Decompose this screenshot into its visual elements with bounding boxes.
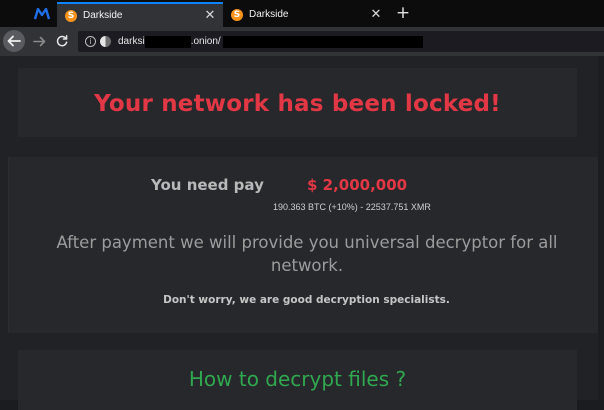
tab-strip: S Darkside ✕ S Darkside ✕ + xyxy=(0,0,604,27)
close-icon[interactable]: ✕ xyxy=(367,7,385,22)
darkside-favicon-icon: S xyxy=(65,9,77,22)
ransom-page: Your network has been locked! You need p… xyxy=(0,56,604,410)
url-prefix: darksi xyxy=(118,36,145,47)
after-payment-text: After payment we will provide you univer… xyxy=(56,233,558,275)
new-tab-icon[interactable]: + xyxy=(392,2,414,24)
reassurance-text: Don't worry, we are good decryption spec… xyxy=(163,294,450,306)
url-bar[interactable]: i darksi .onion/ xyxy=(78,31,604,52)
url-suffix: .onion/ xyxy=(190,36,221,47)
ransom-amount: $ 2,000,000 xyxy=(307,176,408,194)
onion-icon[interactable] xyxy=(100,36,111,47)
darkside-favicon-icon: S xyxy=(231,8,243,21)
tab-title: Darkside xyxy=(83,10,123,21)
close-icon[interactable]: ✕ xyxy=(201,8,219,23)
tab-darkside-active[interactable]: S Darkside ✕ xyxy=(57,2,223,27)
crypto-amount: 190.363 BTC (+10%) - 22537.751 XMR xyxy=(273,202,431,212)
forward-arrow-icon[interactable] xyxy=(30,30,48,52)
url-redaction xyxy=(144,35,191,48)
extension-m-icon[interactable] xyxy=(28,0,56,27)
tab-darkside-inactive[interactable]: S Darkside ✕ xyxy=(223,2,389,27)
page-title: Your network has been locked! xyxy=(94,91,501,117)
back-arrow-icon[interactable] xyxy=(3,30,25,52)
url-redaction xyxy=(222,35,423,48)
decrypt-instructions-panel: How to decrypt files ? xyxy=(18,350,577,410)
navigation-bar: i darksi .onion/ xyxy=(0,27,604,56)
decrypt-heading: How to decrypt files ? xyxy=(188,367,407,391)
info-icon[interactable]: i xyxy=(85,36,96,47)
pay-label: You need pay xyxy=(151,176,264,194)
tab-title: Darkside xyxy=(249,9,289,20)
headline-panel: Your network has been locked! xyxy=(18,68,577,137)
url-text[interactable]: darksi .onion/ xyxy=(118,35,423,48)
page-scrollbar[interactable] xyxy=(598,56,604,400)
payment-panel: You need pay $ 2,000,000 190.363 BTC (+1… xyxy=(8,157,604,333)
reload-icon[interactable] xyxy=(53,30,71,52)
